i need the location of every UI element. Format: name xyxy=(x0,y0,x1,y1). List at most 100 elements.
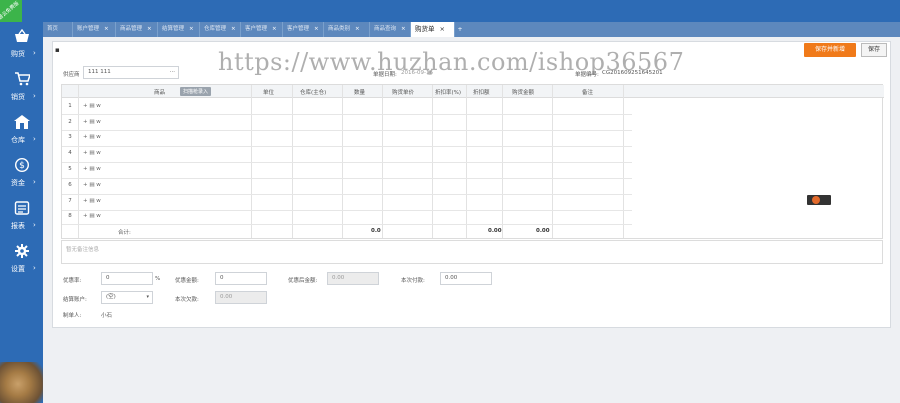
row-number: 8 xyxy=(68,213,72,219)
debt-label: 本次欠款: xyxy=(175,297,199,303)
supplier-input[interactable]: 111 111 ··· xyxy=(83,66,179,79)
grid-row-divider xyxy=(62,194,632,195)
grid-row-divider xyxy=(62,210,632,211)
tab-item[interactable]: 客户管理 × xyxy=(283,22,324,37)
basket-icon xyxy=(14,29,29,42)
column-header-unit: 单位 xyxy=(263,90,275,96)
tab-item[interactable]: 结算管理 × xyxy=(158,22,200,37)
row-actions[interactable]: + ▤ w xyxy=(83,213,101,219)
top-header-bar xyxy=(0,0,900,22)
column-header-unit-price: 购货单价 xyxy=(392,90,415,96)
close-icon[interactable]: × xyxy=(401,26,406,32)
chevron-right-icon: › xyxy=(33,135,36,143)
watermark-text: https://www.huzhan.com/ishop36567 xyxy=(218,48,685,76)
sidebar-item-reports[interactable]: 报表 › xyxy=(0,201,43,237)
chevron-right-icon: › xyxy=(33,221,36,229)
save-and-new-button[interactable]: 保存并新增 xyxy=(804,43,856,57)
account-label: 结算账户: xyxy=(63,297,87,303)
tab-item[interactable]: 商品类别 × xyxy=(324,22,370,37)
percent-sign: % xyxy=(155,276,161,282)
cart-icon xyxy=(14,72,30,86)
row-actions[interactable]: + ▤ w xyxy=(83,103,101,109)
chevron-right-icon: › xyxy=(33,264,36,272)
sidebar-item-label: 设置 xyxy=(11,265,25,273)
svg-text:$: $ xyxy=(19,161,25,171)
discount-amount-input[interactable]: 0 xyxy=(215,272,267,285)
sidebar: 购货 › 销货 › 仓库 › $ 资金 › 报表 › 设置 › xyxy=(0,22,43,403)
tab-item[interactable]: 客户管理 × xyxy=(241,22,283,37)
total-discount: 0.00 xyxy=(488,228,502,234)
tab-strip: 首页 账户管理 × 商品管理 × 结算管理 × 仓库管理 × 客户管理 × 客户管理 × 商… xyxy=(43,22,900,37)
tab-item[interactable]: 商品管理 × xyxy=(116,22,158,37)
version-badge: 普云免费版 xyxy=(0,0,22,22)
column-header-discount: 折扣额 xyxy=(473,90,490,96)
sidebar-item-label: 购货 xyxy=(11,50,25,58)
dollar-icon: $ xyxy=(14,158,29,172)
row-actions[interactable]: + ▤ w xyxy=(83,166,101,172)
sidebar-item-warehouse[interactable]: 仓库 › xyxy=(0,115,43,151)
row-number: 2 xyxy=(68,119,72,125)
sidebar-item-label: 销货 xyxy=(11,93,25,101)
row-actions[interactable]: + ▤ w xyxy=(83,134,101,140)
panel-marker: ▪ xyxy=(55,46,60,54)
close-icon[interactable]: × xyxy=(355,26,360,32)
items-grid: 商品 扫描枪录入 单位 仓库(主仓) 数量 购货单价 折扣率(%) 折扣额 购货… xyxy=(61,84,884,239)
row-number: 3 xyxy=(68,134,72,140)
close-icon[interactable]: × xyxy=(104,26,109,32)
sidebar-item-label: 报表 xyxy=(11,222,25,230)
sidebar-item-purchase[interactable]: 购货 › xyxy=(0,29,43,65)
debt-value: 0.00 xyxy=(215,291,267,304)
save-button[interactable]: 保存 xyxy=(861,43,887,57)
row-number: 4 xyxy=(68,150,72,156)
row-actions[interactable]: + ▤ w xyxy=(83,150,101,156)
total-quantity: 0.0 xyxy=(371,228,381,234)
column-header-quantity: 数量 xyxy=(354,90,366,96)
discount-rate-label: 优惠率: xyxy=(63,278,82,284)
row-actions[interactable]: + ▤ w xyxy=(83,182,101,188)
account-select[interactable]: (空) ▾ xyxy=(101,291,153,304)
float-chat-widget[interactable] xyxy=(807,195,831,205)
discount-rate-input[interactable]: 0 xyxy=(101,272,153,285)
row-actions[interactable]: + ▤ w xyxy=(83,198,101,204)
sidebar-item-label: 仓库 xyxy=(11,136,25,144)
tab-item[interactable]: 账户管理 × xyxy=(73,22,116,37)
row-number: 7 xyxy=(68,198,72,204)
remark-textarea[interactable]: 暂无备注信息 xyxy=(61,240,883,264)
add-tab-button[interactable]: + xyxy=(455,22,465,37)
close-icon[interactable]: × xyxy=(440,25,445,33)
sidebar-item-funds[interactable]: $ 资金 › xyxy=(0,158,43,194)
after-discount-label: 优惠后金额: xyxy=(288,278,318,284)
paid-input[interactable]: 0.00 xyxy=(440,272,492,285)
tab-item[interactable]: 仓库管理 × xyxy=(200,22,241,37)
chat-icon xyxy=(812,196,820,204)
maker-label: 制单人: xyxy=(63,313,82,319)
tab-item[interactable]: 商品查询 × xyxy=(370,22,411,37)
grid-row-divider xyxy=(62,130,632,131)
chevron-right-icon: › xyxy=(33,92,36,100)
tab-home[interactable]: 首页 xyxy=(43,22,73,37)
row-number: 6 xyxy=(68,182,72,188)
column-header-product: 商品 xyxy=(154,90,166,96)
close-icon[interactable]: × xyxy=(231,26,236,32)
close-icon[interactable]: × xyxy=(147,26,152,32)
after-discount-value: 0.00 xyxy=(327,272,379,285)
scan-entry-button[interactable]: 扫描枪录入 xyxy=(180,87,212,96)
chevron-right-icon: › xyxy=(33,178,36,186)
discount-amount-label: 优惠金额: xyxy=(175,278,199,284)
tab-purchase-order[interactable]: 购货单 × xyxy=(411,22,455,37)
sidebar-item-settings[interactable]: 设置 › xyxy=(0,244,43,280)
grid-row-divider xyxy=(62,146,632,147)
grid-row-divider xyxy=(62,178,632,179)
close-icon[interactable]: × xyxy=(272,26,277,32)
close-icon[interactable]: × xyxy=(189,26,194,32)
gear-icon xyxy=(14,244,29,258)
maker-value: 小石 xyxy=(101,313,113,319)
more-icon[interactable]: ··· xyxy=(170,67,175,78)
sidebar-item-sales[interactable]: 销货 › xyxy=(0,72,43,108)
close-icon[interactable]: × xyxy=(314,26,319,32)
report-icon xyxy=(14,201,29,215)
row-actions[interactable]: + ▤ w xyxy=(83,119,101,125)
warehouse-icon xyxy=(13,115,30,129)
grid-row-divider xyxy=(62,162,632,163)
chevron-right-icon: › xyxy=(33,49,36,57)
